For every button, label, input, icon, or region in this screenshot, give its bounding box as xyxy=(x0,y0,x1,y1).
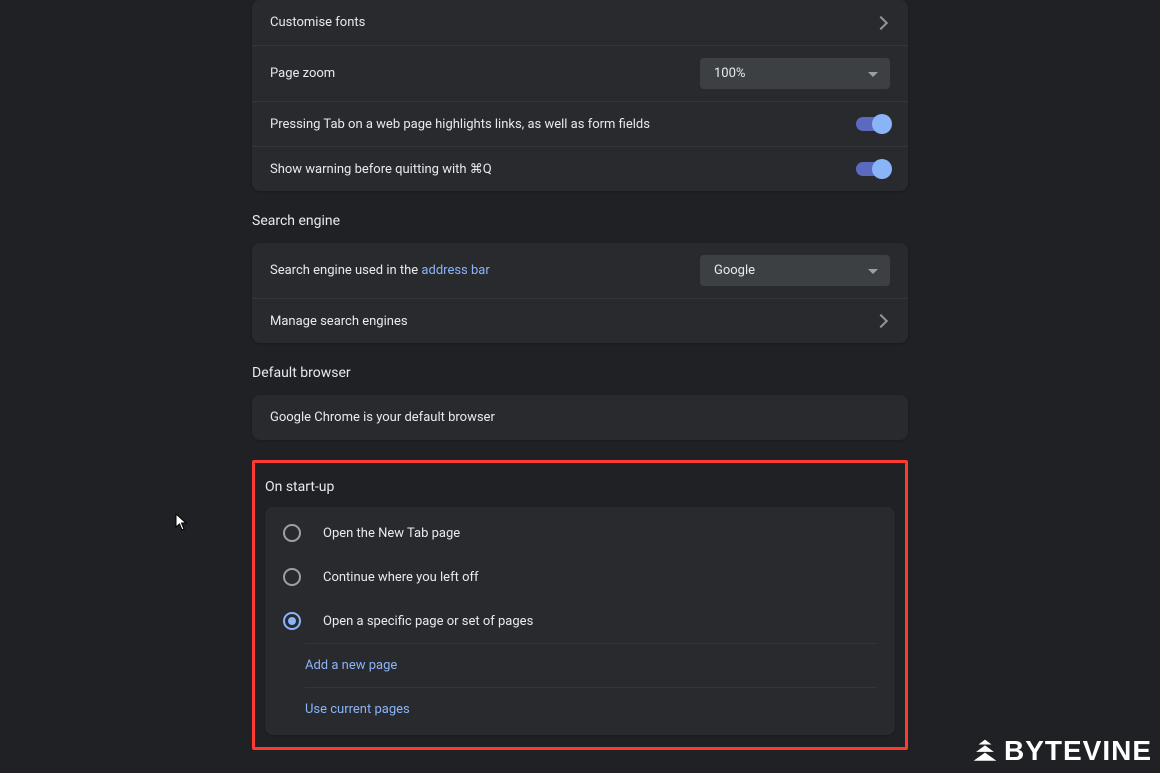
radio-icon xyxy=(283,524,301,542)
startup-option-continue[interactable]: Continue where you left off xyxy=(265,555,895,599)
default-browser-message: Google Chrome is your default browser xyxy=(270,410,890,425)
default-browser-row: Google Chrome is your default browser xyxy=(252,395,908,440)
default-browser-title: Default browser xyxy=(252,365,908,381)
tab-highlight-label: Pressing Tab on a web page highlights li… xyxy=(270,117,856,132)
search-engine-card: Search engine used in the address bar Go… xyxy=(252,243,908,343)
logo-icon xyxy=(972,738,998,764)
caret-down-icon xyxy=(868,72,878,77)
page-zoom-label: Page zoom xyxy=(270,66,700,81)
startup-title: On start-up xyxy=(265,479,895,495)
default-browser-card: Google Chrome is your default browser xyxy=(252,395,908,440)
search-engine-title: Search engine xyxy=(252,213,908,229)
quit-warning-label: Show warning before quitting with ⌘Q xyxy=(270,162,856,177)
startup-specific-label: Open a specific page or set of pages xyxy=(323,614,533,629)
add-new-page-action[interactable]: Add a new page xyxy=(305,643,877,687)
customise-fonts-row[interactable]: Customise fonts xyxy=(252,0,908,45)
chevron-right-icon xyxy=(874,15,888,29)
quit-warning-row: Show warning before quitting with ⌘Q xyxy=(252,146,908,191)
tab-highlight-row: Pressing Tab on a web page highlights li… xyxy=(252,101,908,146)
appearance-card: Customise fonts Page zoom 100% Pressing … xyxy=(252,0,908,191)
page-zoom-row: Page zoom 100% xyxy=(252,45,908,101)
caret-down-icon xyxy=(868,269,878,274)
settings-content: Customise fonts Page zoom 100% Pressing … xyxy=(252,0,908,750)
manage-search-engines-row[interactable]: Manage search engines xyxy=(252,298,908,343)
watermark-text: BYTEVINE xyxy=(1004,735,1152,767)
startup-continue-label: Continue where you left off xyxy=(323,570,479,585)
chevron-right-icon xyxy=(874,314,888,328)
toggle-knob xyxy=(872,114,892,134)
search-engine-used-row: Search engine used in the address bar Go… xyxy=(252,243,908,298)
startup-option-newtab[interactable]: Open the New Tab page xyxy=(265,511,895,555)
quit-warning-toggle[interactable] xyxy=(856,162,890,176)
radio-icon-selected xyxy=(283,612,301,630)
search-engine-used-label: Search engine used in the address bar xyxy=(270,263,700,278)
page-zoom-select[interactable]: 100% xyxy=(700,58,890,89)
startup-card: Open the New Tab page Continue where you… xyxy=(265,507,895,735)
use-current-pages-action[interactable]: Use current pages xyxy=(305,687,877,731)
address-bar-link[interactable]: address bar xyxy=(421,263,489,278)
manage-search-engines-label: Manage search engines xyxy=(270,314,876,329)
search-engine-select[interactable]: Google xyxy=(700,255,890,286)
search-engine-used-prefix: Search engine used in the xyxy=(270,263,421,278)
cursor-icon xyxy=(175,513,191,535)
customise-fonts-label: Customise fonts xyxy=(270,15,876,30)
page-zoom-value: 100% xyxy=(714,66,745,81)
tab-highlight-toggle[interactable] xyxy=(856,117,890,131)
toggle-knob xyxy=(872,159,892,179)
startup-option-specific[interactable]: Open a specific page or set of pages xyxy=(265,599,895,643)
search-engine-value: Google xyxy=(714,263,755,278)
startup-subactions: Add a new page Use current pages xyxy=(305,643,877,731)
radio-icon xyxy=(283,568,301,586)
watermark: BYTEVINE xyxy=(972,735,1152,767)
startup-highlight: On start-up Open the New Tab page Contin… xyxy=(252,460,908,750)
startup-newtab-label: Open the New Tab page xyxy=(323,526,460,541)
